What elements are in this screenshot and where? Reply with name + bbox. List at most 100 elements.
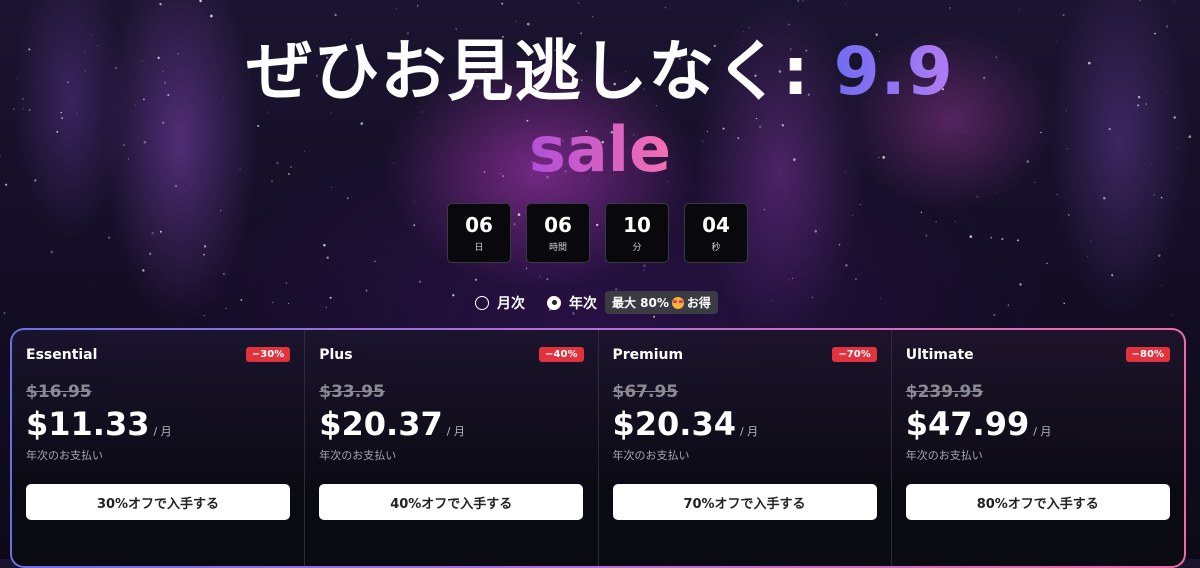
star	[1017, 239, 1019, 242]
star	[1007, 304, 1010, 306]
original-price: $239.95	[905, 382, 984, 402]
star	[814, 229, 818, 233]
star	[525, 267, 528, 270]
get-plus-button[interactable]: 40%オフで入手する	[319, 484, 584, 520]
billing-note: 年次のお支払い	[612, 449, 690, 462]
billing-toggle: 月次 年次 最大 80% お得	[475, 291, 718, 314]
billing-note: 年次のお支払い	[319, 449, 397, 462]
sale-price: $11.33/ 月	[26, 404, 172, 452]
billing-note: 年次のお支払い	[26, 449, 103, 462]
star	[954, 221, 956, 223]
sale-price: $20.34/ 月	[613, 404, 759, 452]
countdown-unit: 秒	[711, 242, 721, 253]
star	[1139, 0, 1141, 2]
star	[159, 2, 162, 6]
sale-text: sale	[528, 113, 672, 186]
max-savings-text: 最大 80%	[612, 296, 669, 310]
star	[1111, 274, 1114, 277]
price-value: $20.34	[612, 405, 736, 443]
star	[664, 7, 667, 9]
headline-text: ぜひお見逃しなく:	[246, 33, 834, 110]
radio-yearly[interactable]	[547, 295, 561, 310]
star	[210, 14, 213, 18]
plan-card-plus: Plus −40% $33.95 $20.37/ 月 年次のお支払い 40%オフ…	[305, 330, 599, 566]
plan-card-premium: Premium −70% $67.95 $20.34/ 月 年次のお支払い 70…	[599, 330, 892, 566]
price-value: $47.99	[905, 405, 1030, 443]
star	[203, 314, 206, 317]
star	[1062, 14, 1065, 17]
countdown-seconds: 04 秒	[684, 203, 748, 263]
star	[748, 26, 750, 29]
original-price: $67.95	[612, 382, 679, 402]
countdown-value: 06	[544, 212, 572, 237]
star	[323, 244, 326, 247]
get-premium-button[interactable]: 70%オフで入手する	[612, 484, 877, 520]
get-essential-button[interactable]: 30%オフで入手する	[26, 484, 290, 520]
star	[1171, 314, 1174, 316]
star	[949, 7, 951, 9]
star	[990, 236, 993, 239]
star	[515, 21, 517, 22]
star	[1139, 241, 1141, 243]
star	[1019, 283, 1022, 286]
star	[592, 16, 594, 18]
plan-name: Essential	[26, 347, 98, 363]
billing-option-yearly[interactable]: 年次	[547, 293, 597, 313]
star	[546, 278, 549, 281]
star	[240, 298, 243, 301]
star	[225, 307, 227, 309]
countdown-value: 06	[465, 212, 493, 237]
star	[334, 13, 337, 17]
star	[1090, 240, 1092, 242]
star	[653, 315, 656, 318]
star	[539, 275, 541, 278]
star	[788, 23, 790, 26]
billing-option-monthly[interactable]: 月次	[475, 293, 525, 313]
star	[223, 272, 225, 275]
countdown-unit: 時間	[548, 242, 567, 253]
star	[791, 277, 793, 279]
discount-badge: −30%	[245, 347, 291, 362]
get-ultimate-button[interactable]: 80%オフで入手する	[905, 484, 1170, 520]
star	[1087, 255, 1088, 257]
star	[935, 221, 937, 223]
star	[1161, 285, 1163, 287]
star	[1103, 197, 1106, 200]
star	[845, 264, 848, 267]
star	[413, 201, 415, 203]
star	[1068, 214, 1070, 216]
star	[1160, 196, 1163, 199]
star	[844, 4, 846, 6]
star	[418, 280, 422, 283]
pricing-plans: Essential −30% $16.95 $11.33/ 月 年次のお支払い …	[10, 328, 1186, 568]
star	[859, 203, 861, 206]
star	[880, 297, 881, 299]
max-savings-suffix: お得	[686, 296, 711, 310]
star	[1063, 302, 1065, 305]
star	[319, 305, 321, 307]
star	[452, 294, 455, 297]
price-period: / 月	[1033, 425, 1052, 438]
star	[285, 282, 288, 284]
star	[159, 230, 162, 233]
billing-note: 年次のお支払い	[905, 449, 983, 462]
sale-price: $47.99/ 月	[906, 404, 1052, 452]
countdown-days: 06 日	[447, 203, 511, 263]
max-savings-badge: 最大 80% お得	[605, 291, 718, 314]
star	[396, 8, 398, 10]
plan-name: Premium	[612, 347, 684, 363]
star	[578, 2, 580, 4]
star	[295, 240, 297, 242]
price-period: / 月	[739, 425, 759, 438]
star	[838, 243, 841, 246]
headline-highlight: 9.9	[833, 33, 954, 110]
price-value: $20.37	[319, 405, 443, 443]
star	[417, 5, 419, 7]
radio-monthly[interactable]	[475, 295, 489, 310]
countdown-value: 04	[702, 212, 730, 237]
star	[3, 312, 6, 315]
plan-name: Ultimate	[905, 347, 974, 363]
star	[1019, 9, 1020, 11]
price-period: / 月	[153, 425, 172, 438]
star	[763, 209, 765, 211]
